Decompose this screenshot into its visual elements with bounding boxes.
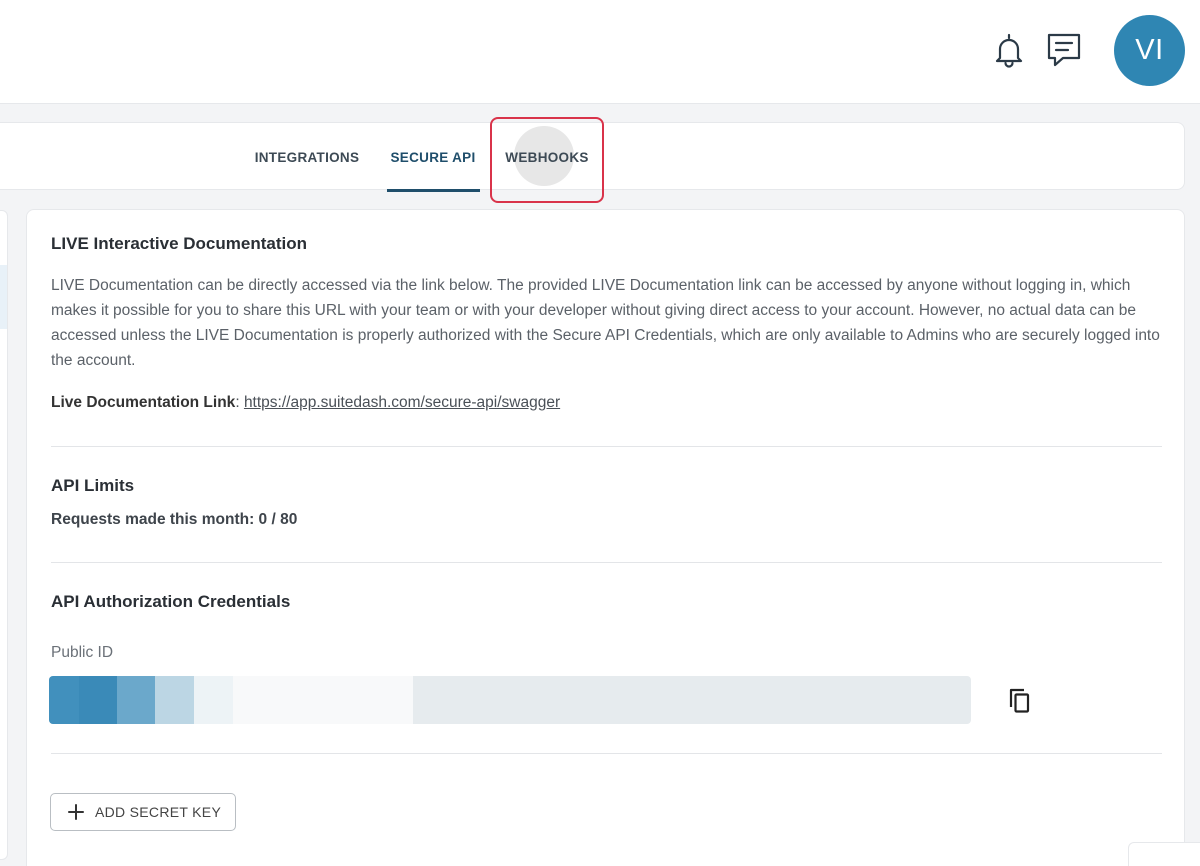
live-docs-link-row: Live Documentation Link: https://app.sui…	[51, 394, 560, 412]
tab-integrations-label: INTEGRATIONS	[254, 149, 360, 165]
top-header: VI	[0, 0, 1200, 104]
live-docs-link[interactable]: https://app.suitedash.com/secure-api/swa…	[244, 394, 560, 411]
requests-count: Requests made this month: 0 / 80	[51, 511, 298, 528]
live-docs-link-label: Live Documentation Link	[51, 394, 236, 411]
plus-icon	[68, 804, 84, 820]
divider	[51, 753, 1162, 754]
divider	[51, 446, 1162, 447]
bell-icon[interactable]	[989, 30, 1029, 70]
tab-integrations[interactable]: INTEGRATIONS	[248, 123, 366, 191]
left-panel-selected-item	[0, 265, 7, 329]
user-avatar[interactable]: VI	[1114, 15, 1185, 86]
corner-widget	[1128, 842, 1200, 866]
add-secret-key-label: ADD SECRET KEY	[95, 804, 222, 820]
chat-icon[interactable]	[1044, 30, 1084, 70]
credentials-title: API Authorization Credentials	[51, 592, 291, 611]
tab-webhooks-label: WEBHOOKS	[505, 149, 589, 165]
public-id-label: Public ID	[51, 644, 114, 661]
left-panel-edge	[0, 210, 8, 860]
add-secret-key-button[interactable]: ADD SECRET KEY	[50, 793, 236, 831]
tab-secure-api-label: SECURE API	[390, 149, 476, 165]
api-limits-title: API Limits	[51, 476, 135, 495]
tab-secure-api[interactable]: SECURE API	[386, 123, 480, 192]
divider	[51, 562, 1162, 563]
secure-api-card: LIVE Interactive Documentation LIVE Docu…	[26, 209, 1185, 866]
active-tab-indicator	[387, 189, 480, 192]
live-docs-link-separator: :	[235, 394, 240, 411]
public-id-field[interactable]	[49, 676, 971, 724]
live-docs-description: LIVE Documentation can be directly acces…	[51, 277, 1160, 369]
live-docs-title: LIVE Interactive Documentation	[51, 234, 307, 253]
copy-icon[interactable]	[1003, 684, 1037, 718]
